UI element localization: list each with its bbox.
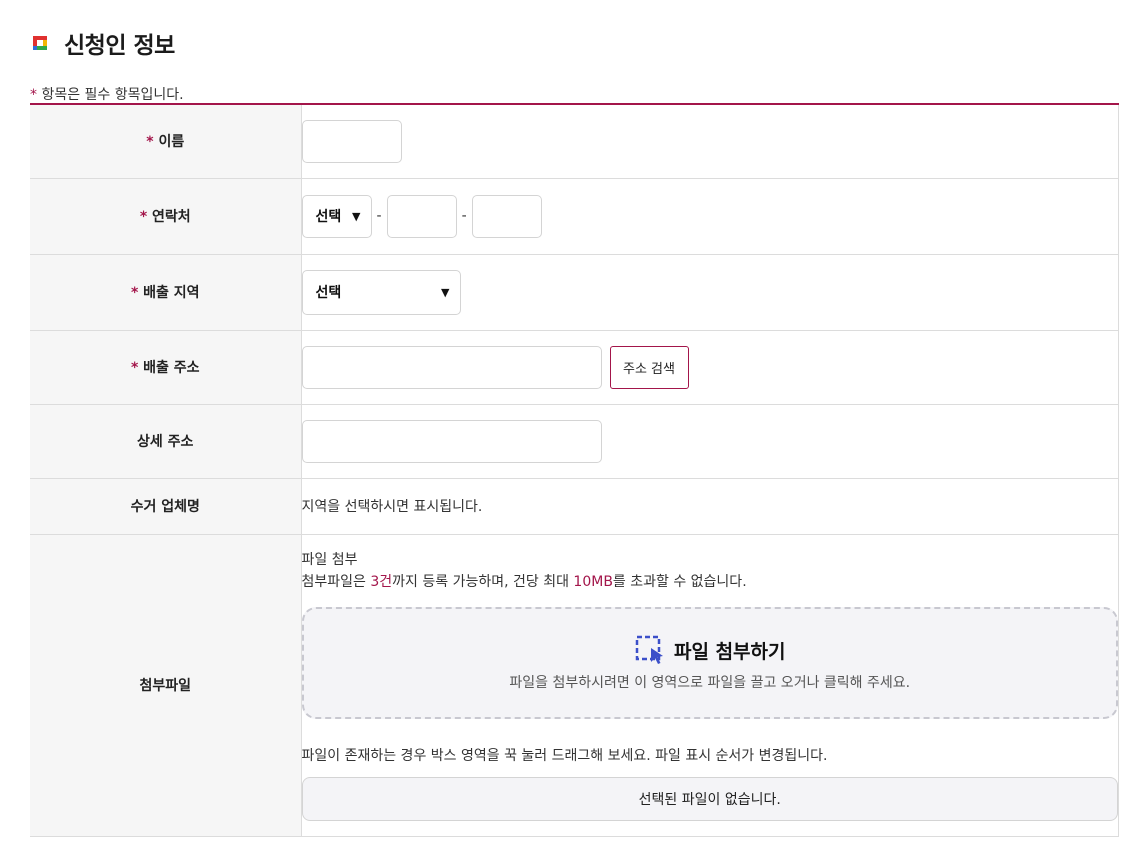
form-row-name: * 이름 (30, 105, 1119, 179)
address-input[interactable] (301, 345, 602, 389)
form-row-detail-address: 상세 주소 (30, 404, 1119, 479)
dropzone-title: 파일 첨부하기 (674, 640, 786, 663)
detail-address-input[interactable] (301, 419, 602, 463)
selected-file-list: 선택된 파일이 없습니다. (301, 777, 1118, 821)
colored-square-logo-icon (33, 36, 47, 50)
select-value: 선택 (315, 209, 342, 225)
chevron-down-icon: ▼ (352, 209, 361, 223)
page-title: 신청인 정보 (64, 33, 175, 59)
company-placeholder-text: 지역을 선택하시면 표시됩니다. (301, 499, 483, 515)
limit-prefix: 첨부파일은 (301, 574, 371, 590)
file-dropzone[interactable]: 파일 첨부하기 파일을 첨부하시려면 이 영역으로 파일을 끌고 오거나 클릭해… (301, 607, 1118, 719)
limit-suffix: 를 초과할 수 없습니다. (612, 574, 747, 590)
required-mark: * (30, 87, 37, 103)
form-row-contact: * 연락처 선택 ▼ - - (30, 178, 1119, 255)
limit-count: 3건 (370, 574, 393, 590)
field-label-attachment: 첨부파일 (30, 534, 302, 837)
field-label-company: 수거 업체명 (30, 478, 302, 535)
required-mark: * (146, 134, 154, 151)
name-input[interactable] (301, 119, 402, 163)
phone-last-input[interactable] (471, 194, 542, 238)
attachment-limit-text: 첨부파일은 3건까지 등록 가능하며, 건당 최대 10MB를 초과할 수 없습… (302, 571, 1119, 593)
phone-middle-input[interactable] (386, 194, 457, 238)
phone-separator: - (376, 208, 382, 224)
select-value: 선택 (315, 285, 342, 301)
label-text: 이름 (153, 134, 185, 151)
drag-reorder-hint: 파일이 존재하는 경우 박스 영역을 꾹 눌러 드래그해 보세요. 파일 표시 … (301, 748, 828, 764)
label-text: 연락처 (147, 209, 191, 225)
field-label-region: * 배출 지역 (30, 254, 302, 331)
required-notice-text: 항목은 필수 항목입니다. (37, 87, 184, 103)
file-select-cursor-icon (635, 635, 663, 664)
form-row-address: * 배출 주소 주소 검색 (30, 330, 1119, 405)
form-row-company: 수거 업체명 지역을 선택하시면 표시됩니다. (30, 478, 1119, 535)
phone-separator: - (461, 208, 467, 224)
field-label-address: * 배출 주소 (30, 330, 302, 405)
region-select[interactable]: 선택 ▼ (301, 269, 461, 315)
form-row-region: * 배출 지역 선택 ▼ (30, 254, 1119, 331)
required-notice: * 항목은 필수 항목입니다. (30, 84, 184, 104)
section-header: 신청인 정보 (30, 26, 175, 60)
attachment-heading: 파일 첨부 (301, 552, 358, 568)
form-row-attachment: 첨부파일 파일 첨부 첨부파일은 3건까지 등록 가능하며, 건당 최대 10M… (30, 534, 1119, 837)
phone-prefix-select[interactable]: 선택 ▼ (301, 194, 372, 238)
field-label-contact: * 연락처 (30, 178, 302, 255)
limit-size: 10MB (573, 574, 613, 590)
chevron-down-icon: ▼ (441, 285, 450, 299)
label-text: 배출 주소 (138, 360, 200, 376)
label-text: 배출 지역 (138, 285, 200, 301)
field-label-detail-address: 상세 주소 (30, 404, 302, 479)
limit-middle: 까지 등록 가능하며, 건당 최대 (392, 574, 574, 590)
applicant-form-table: * 이름 * 연락처 선택 ▼ - - * 배출 지역 선택 ▼ * 배출 주소… (30, 105, 1119, 837)
dropzone-description: 파일을 첨부하시려면 이 영역으로 파일을 끌고 오거나 클릭해 주세요. (509, 675, 911, 691)
address-search-button[interactable]: 주소 검색 (609, 345, 689, 389)
field-label-name: * 이름 (30, 105, 302, 179)
